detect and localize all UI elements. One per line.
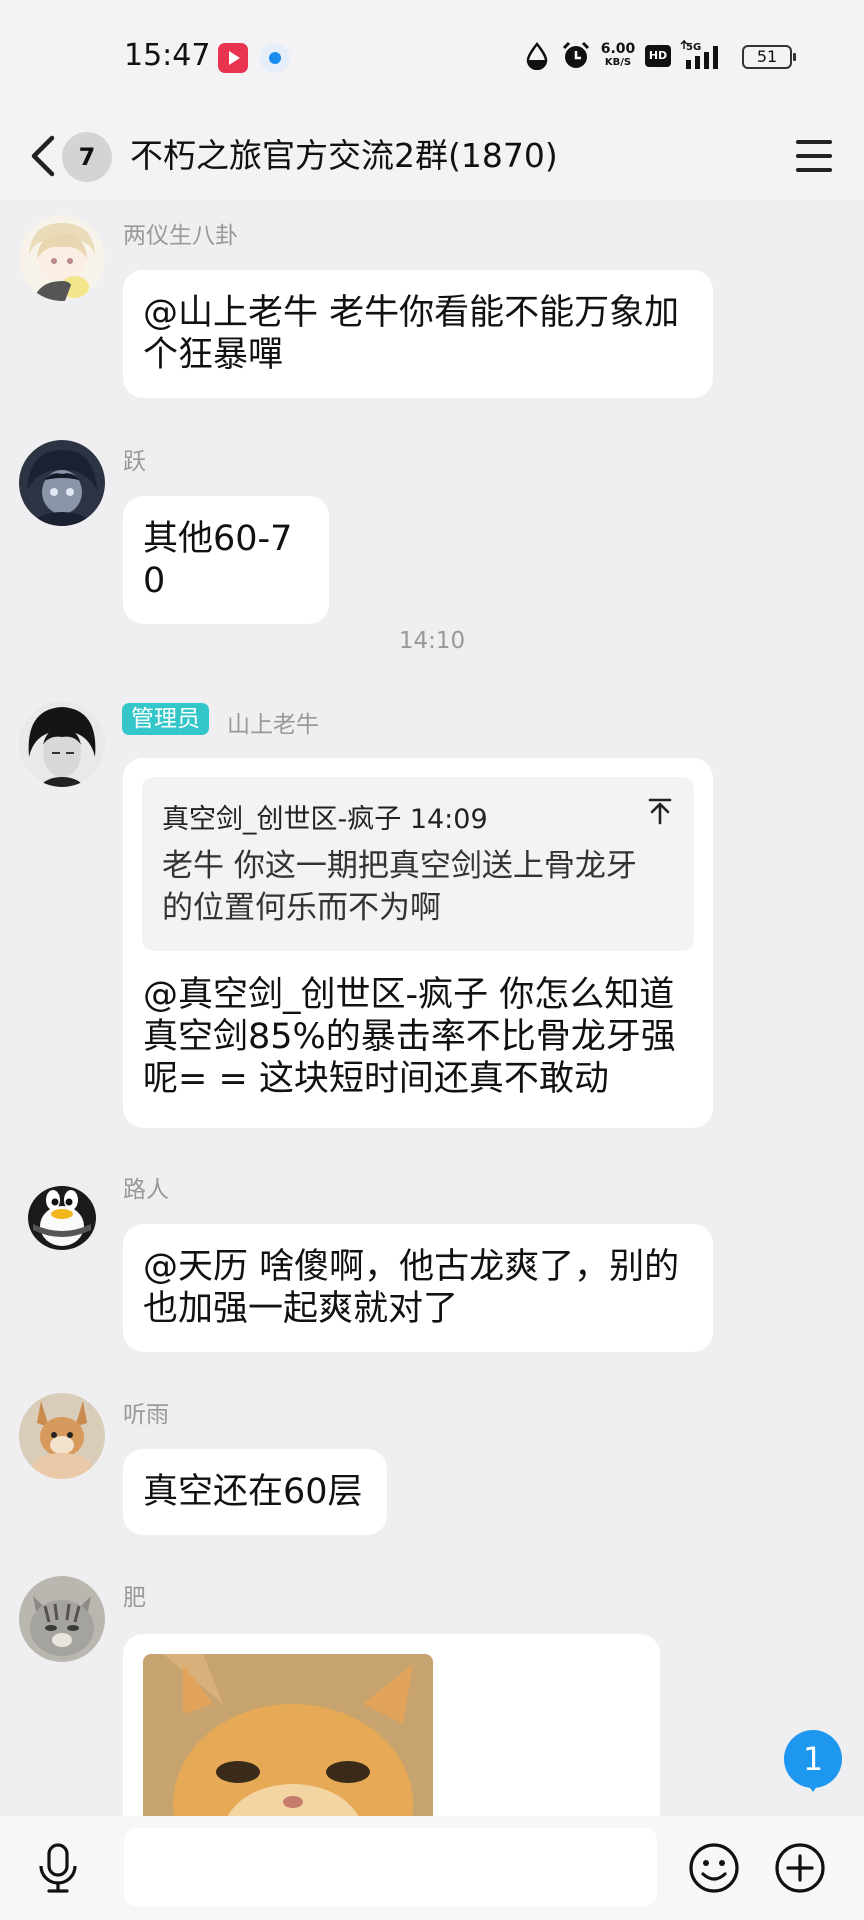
network-speed-unit: KB/S <box>604 57 632 68</box>
quoted-message[interactable]: 真空剑_创世区-疯子 14:09 老牛 你这一期把真空剑送上骨龙牙的位置何乐而不… <box>142 777 694 951</box>
unread-count-badge[interactable]: 7 <box>62 132 112 182</box>
quote-author-time: 真空剑_创世区-疯子 14:09 <box>162 804 488 835</box>
microphone-icon[interactable] <box>36 1842 80 1898</box>
sender-name: 路人 <box>123 1177 169 1203</box>
avatar[interactable] <box>19 215 105 301</box>
data-saver-icon <box>525 42 549 74</box>
sender-name: 山上老牛 <box>227 712 319 738</box>
sender-name: 听雨 <box>123 1402 169 1428</box>
alarm-icon <box>561 41 591 75</box>
image-message[interactable] <box>123 1634 660 1816</box>
battery-icon: 51 <box>742 45 796 69</box>
avatar[interactable] <box>19 701 105 787</box>
avatar[interactable] <box>19 1168 105 1254</box>
time-divider: 14:10 <box>398 628 466 654</box>
video-app-icon <box>218 43 248 73</box>
hd-call-icon: HD <box>645 45 671 67</box>
notification-app-icon <box>260 43 290 73</box>
sender-name: 两仪生八卦 <box>123 223 238 249</box>
sender-name: 肥 <box>123 1585 146 1611</box>
group-title: 不朽之旅官方交流2群(1870) <box>130 136 558 175</box>
avatar[interactable] <box>19 440 105 526</box>
message-bubble[interactable]: @天历 啥傻啊，他古龙爽了，别的也加强一起爽就对了 <box>123 1224 713 1352</box>
message-bubble[interactable]: 真空还在60层 <box>123 1449 387 1535</box>
quote-text: 老牛 你这一期把真空剑送上骨龙牙的位置何乐而不为啊 <box>162 848 637 926</box>
status-time: 15:47 <box>124 38 211 73</box>
jump-to-quote-icon[interactable] <box>646 797 674 829</box>
admin-badge: 管理员 <box>122 703 209 735</box>
chat-header: 7 不朽之旅官方交流2群(1870) <box>0 112 864 200</box>
message-input[interactable] <box>124 1828 657 1906</box>
network-speed-value: 6.00 <box>600 41 636 57</box>
cat-photo[interactable] <box>143 1654 433 1816</box>
status-bar: 15:47 6.00 KB/S HD 5G 51 <box>0 0 864 112</box>
plus-icon[interactable] <box>774 1842 826 1898</box>
avatar[interactable] <box>19 1393 105 1479</box>
network-speed: 6.00 KB/S <box>596 42 640 70</box>
back-arrow-icon[interactable] <box>24 126 64 186</box>
avatar[interactable] <box>19 1576 105 1662</box>
message-text: @真空剑_创世区-疯子 你怎么知道真空剑85%的暴击率不比骨龙牙强呢= = 这块… <box>143 975 676 1099</box>
network-type-label: 5G <box>686 42 701 53</box>
message-bubble[interactable]: @山上老牛 老牛你看能不能万象加个狂暴嘽 <box>123 270 713 398</box>
sender-name: 跃 <box>123 449 146 475</box>
message-bubble[interactable]: 其他60-70 <box>123 496 329 624</box>
input-bar <box>0 1816 864 1920</box>
message-list[interactable]: 两仪生八卦 @山上老牛 老牛你看能不能万象加个狂暴嘽 跃 其他60-70 14:… <box>0 200 864 1816</box>
new-message-indicator[interactable]: 1 <box>784 1730 842 1792</box>
menu-icon[interactable] <box>792 130 836 182</box>
signal-icon: 5G <box>680 39 730 76</box>
smiley-icon[interactable] <box>688 1842 740 1898</box>
